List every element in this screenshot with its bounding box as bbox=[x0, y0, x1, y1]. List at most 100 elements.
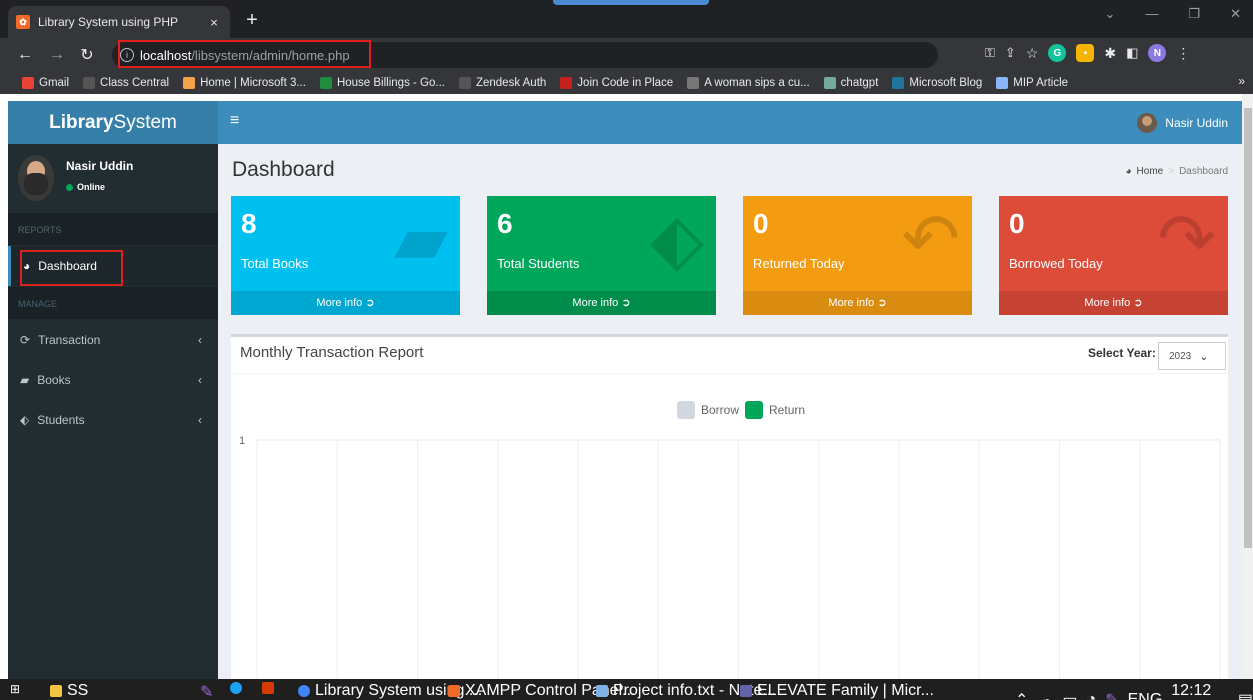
pen-icon[interactable]: ✎ bbox=[1105, 690, 1118, 700]
close-window-icon[interactable]: ✕ bbox=[1230, 6, 1241, 22]
dashboard-icon: ◕ bbox=[1125, 166, 1132, 177]
legend-swatch-borrow bbox=[677, 401, 695, 419]
year-select[interactable]: 2023 ⌄ bbox=[1158, 342, 1226, 370]
bookmark-item[interactable]: MIP Article bbox=[996, 77, 1068, 89]
bookmark-item[interactable]: Zendesk Auth bbox=[458, 77, 547, 89]
taskbar-app-teams[interactable]: ELEVATE Family | Micr... bbox=[740, 682, 934, 700]
stat-value: 6 bbox=[497, 208, 513, 239]
sidebar-item-students[interactable]: ⬖ Students ‹ bbox=[8, 400, 218, 440]
year-label: Select Year: bbox=[1088, 346, 1156, 360]
bookmark-item[interactable]: Microsoft Blog bbox=[892, 77, 982, 89]
bookmark-item[interactable]: A woman sips a cu... bbox=[687, 77, 810, 89]
stat-label: Total Students bbox=[497, 256, 580, 271]
bookmark-label: Join Code in Place bbox=[577, 77, 674, 89]
more-info-label: More info bbox=[1084, 297, 1131, 309]
user-name-top: Nasir Uddin bbox=[1165, 116, 1228, 130]
sidebar-item-transaction[interactable]: ⟳ Transaction ‹ bbox=[8, 320, 218, 360]
legend-swatch-return bbox=[745, 401, 764, 419]
minimize-icon[interactable]: — bbox=[1145, 6, 1158, 22]
user-status: Online bbox=[77, 182, 106, 192]
more-info-link[interactable]: More info ➲ bbox=[487, 291, 716, 315]
notification-icon[interactable]: ▤ bbox=[1238, 690, 1253, 700]
chrome-icon bbox=[298, 685, 310, 697]
restore-icon[interactable]: ❐ bbox=[1188, 6, 1200, 22]
close-tab-icon[interactable]: × bbox=[206, 15, 222, 30]
bookmark-item[interactable]: House Billings - Go... bbox=[319, 77, 445, 89]
y-tick-label: 1 bbox=[239, 435, 245, 447]
logo-bold: Library bbox=[49, 112, 114, 133]
bookmark-label: Microsoft Blog bbox=[909, 77, 983, 89]
sidebar-item-label: Students bbox=[37, 413, 85, 427]
battery-icon[interactable]: ▭ bbox=[1062, 690, 1077, 700]
bookmark-favicon-icon bbox=[458, 77, 471, 89]
bookmarks-more-icon[interactable]: » bbox=[1238, 74, 1245, 88]
breadcrumb-home[interactable]: Home bbox=[1137, 166, 1164, 177]
chevron-left-icon: ‹ bbox=[198, 413, 202, 427]
kebab-menu-icon[interactable]: ⋮ bbox=[1176, 45, 1190, 62]
clock[interactable]: 12:12 AM bbox=[1171, 682, 1229, 700]
sidepanel-icon[interactable]: ◧ bbox=[1126, 45, 1138, 61]
puzzle-icon[interactable]: ✱ bbox=[1104, 45, 1116, 62]
bookmark-label: Zendesk Auth bbox=[475, 77, 547, 89]
taskbar-search[interactable]: SS bbox=[50, 682, 88, 700]
stat-box-borrowed-today: ↷ 0 Borrowed Today More info ➲ bbox=[999, 196, 1228, 315]
onedrive-icon[interactable]: ☁ bbox=[1037, 690, 1053, 700]
reports-header: REPORTS bbox=[8, 213, 218, 245]
more-info-label: More info bbox=[316, 297, 363, 309]
edge-icon[interactable] bbox=[230, 682, 242, 694]
more-info-link[interactable]: More info ➲ bbox=[999, 291, 1228, 315]
bookmark-label: chatgpt bbox=[840, 77, 879, 89]
panel-divider bbox=[231, 373, 1228, 374]
bookmark-favicon-icon bbox=[83, 77, 96, 89]
stat-box-total-students: ⬖ 6 Total Students More info ➲ bbox=[487, 196, 716, 315]
url-highlight-annotation bbox=[118, 40, 371, 68]
more-info-link[interactable]: More info ➲ bbox=[231, 291, 460, 315]
hamburger-menu-icon[interactable]: ≡ bbox=[230, 112, 239, 130]
app-red-icon[interactable] bbox=[262, 682, 274, 694]
arrow-circle-right-icon: ➲ bbox=[877, 297, 887, 309]
bookmark-label: Gmail bbox=[39, 77, 70, 89]
bookmark-item[interactable]: Gmail bbox=[22, 77, 69, 89]
stat-value: 8 bbox=[241, 208, 257, 239]
sidebar-user-name: Nasir Uddin bbox=[66, 159, 134, 173]
chevron-up-icon[interactable]: ⌃ bbox=[1015, 690, 1028, 700]
bookmark-label: Home | Microsoft 3... bbox=[200, 77, 306, 89]
key-icon[interactable]: ⚿ bbox=[985, 45, 995, 61]
online-dot-icon bbox=[66, 183, 73, 191]
xampp-icon bbox=[448, 685, 460, 697]
transaction-chart: 1 bbox=[239, 435, 1221, 680]
wifi-icon[interactable]: ◔ bbox=[1087, 691, 1097, 700]
forward-arrow-icon[interactable]: → bbox=[46, 44, 68, 66]
bookmark-label: A woman sips a cu... bbox=[704, 77, 810, 89]
user-menu[interactable]: Nasir Uddin bbox=[1137, 113, 1228, 133]
app-logo[interactable]: LibrarySystem bbox=[8, 101, 218, 144]
reload-icon[interactable]: ↻ bbox=[76, 44, 98, 66]
bookmark-item[interactable]: Class Central bbox=[83, 77, 169, 89]
page-title: Dashboard bbox=[232, 158, 335, 181]
bookmark-favicon-icon bbox=[823, 77, 836, 89]
pen-icon[interactable]: ✎ bbox=[200, 682, 213, 700]
arrow-circle-right-icon: ➲ bbox=[621, 297, 631, 309]
xampp-favicon-icon: ✿ bbox=[16, 15, 30, 29]
new-tab-button[interactable]: + bbox=[240, 8, 264, 32]
bookmark-item[interactable]: chatgpt bbox=[823, 77, 879, 89]
sidebar-item-books[interactable]: ▰ Books ‹ bbox=[8, 360, 218, 400]
chevron-down-icon[interactable]: ⌄ bbox=[1105, 6, 1116, 22]
user-panel: Nasir Uddin Online bbox=[18, 155, 133, 201]
profile-avatar[interactable]: N bbox=[1148, 44, 1167, 62]
bookmark-item[interactable]: Home | Microsoft 3... bbox=[183, 77, 306, 89]
grammarly-icon[interactable]: G bbox=[1048, 44, 1067, 62]
teams-icon bbox=[740, 685, 752, 697]
notes-extension-icon[interactable]: ▪ bbox=[1076, 44, 1095, 62]
bookmark-label: MIP Article bbox=[1013, 77, 1069, 89]
language-indicator[interactable]: ENG bbox=[1128, 691, 1163, 700]
share-icon[interactable]: ⇪ bbox=[1005, 45, 1016, 61]
star-icon[interactable]: ☆ bbox=[1026, 45, 1039, 62]
scrollbar-thumb[interactable] bbox=[1244, 108, 1252, 548]
back-arrow-icon[interactable]: ← bbox=[14, 44, 36, 66]
more-info-link[interactable]: More info ➲ bbox=[743, 291, 972, 315]
avatar bbox=[1137, 113, 1158, 133]
browser-tab[interactable]: ✿ Library System using PHP × bbox=[8, 6, 230, 38]
bookmark-item[interactable]: Join Code in Place bbox=[560, 77, 673, 89]
windows-start-icon[interactable]: ⊞ bbox=[10, 682, 20, 696]
